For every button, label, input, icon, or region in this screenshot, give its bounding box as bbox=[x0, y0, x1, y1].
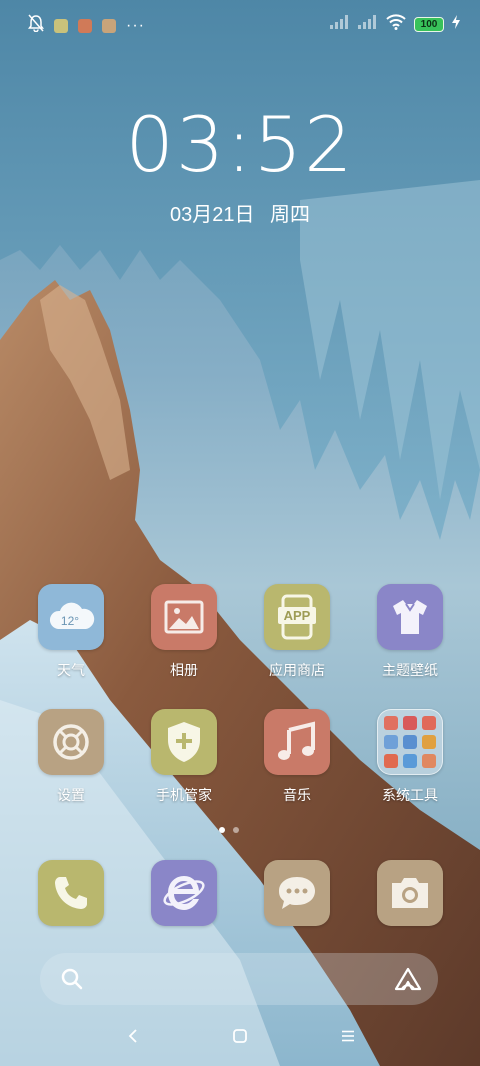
navigation-bar bbox=[0, 1018, 480, 1058]
more-notifications-indicator: ··· bbox=[126, 16, 145, 34]
folder-system-tools[interactable]: 系统工具 bbox=[354, 709, 466, 805]
app-notification-icon bbox=[102, 18, 116, 33]
folder-icon[interactable] bbox=[377, 709, 443, 775]
weather-icon[interactable]: 12° bbox=[38, 584, 104, 650]
assistant-icon[interactable] bbox=[394, 967, 422, 996]
theme-shirt-icon[interactable] bbox=[377, 584, 443, 650]
page-dot-active[interactable] bbox=[219, 827, 225, 833]
settings-icon[interactable] bbox=[38, 709, 104, 775]
app-browser[interactable] bbox=[128, 860, 240, 926]
app-label: 手机管家 bbox=[156, 787, 212, 803]
gallery-icon[interactable] bbox=[151, 584, 217, 650]
app-notification-icon bbox=[78, 18, 92, 33]
folder-app-icon bbox=[384, 716, 398, 730]
wifi-icon bbox=[386, 14, 406, 35]
browser-icon[interactable] bbox=[151, 860, 217, 926]
home-icon[interactable] bbox=[232, 1028, 248, 1049]
charging-icon bbox=[452, 15, 460, 34]
folder-app-icon bbox=[422, 716, 436, 730]
svg-text:12°: 12° bbox=[61, 614, 79, 628]
bell-off-icon bbox=[28, 14, 44, 37]
back-icon[interactable] bbox=[126, 1028, 140, 1049]
no-signal-icon bbox=[358, 15, 378, 34]
music-icon[interactable] bbox=[264, 709, 330, 775]
app-phone[interactable] bbox=[15, 860, 127, 926]
app-weather[interactable]: 12° 天气 bbox=[15, 584, 127, 680]
search-bar[interactable] bbox=[40, 953, 438, 1005]
app-settings[interactable]: 设置 bbox=[15, 709, 127, 805]
clock-time[interactable]: 03:52 bbox=[0, 100, 480, 189]
page-dot[interactable] bbox=[233, 827, 239, 833]
app-label: 应用商店 bbox=[269, 662, 325, 678]
security-shield-icon[interactable] bbox=[151, 709, 217, 775]
app-label: 相册 bbox=[170, 662, 198, 678]
folder-app-icon bbox=[384, 735, 398, 749]
app-music[interactable]: 音乐 bbox=[241, 709, 353, 805]
message-icon[interactable] bbox=[264, 860, 330, 926]
app-gallery[interactable]: 相册 bbox=[128, 584, 240, 680]
app-label: 设置 bbox=[57, 787, 85, 803]
app-store-icon[interactable]: APP bbox=[264, 584, 330, 650]
battery-icon: 100 bbox=[414, 17, 444, 32]
camera-icon[interactable] bbox=[377, 860, 443, 926]
app-label: 系统工具 bbox=[382, 787, 438, 803]
folder-app-icon bbox=[422, 754, 436, 768]
app-store[interactable]: APP 应用商店 bbox=[241, 584, 353, 680]
folder-app-icon bbox=[403, 754, 417, 768]
app-notification-icon bbox=[54, 18, 68, 33]
clock-date[interactable]: 03月21日 周四 bbox=[0, 198, 480, 227]
no-signal-icon bbox=[330, 15, 350, 34]
folder-app-icon bbox=[384, 754, 398, 768]
folder-app-icon bbox=[403, 735, 417, 749]
app-messages[interactable] bbox=[241, 860, 353, 926]
search-icon[interactable] bbox=[60, 967, 84, 996]
app-camera[interactable] bbox=[354, 860, 466, 926]
app-label: 天气 bbox=[57, 662, 85, 678]
app-label: 主题壁纸 bbox=[382, 662, 438, 678]
menu-icon[interactable] bbox=[340, 1028, 356, 1049]
folder-app-icon bbox=[403, 716, 417, 730]
phone-icon[interactable] bbox=[38, 860, 104, 926]
svg-text:APP: APP bbox=[284, 608, 311, 623]
app-security[interactable]: 手机管家 bbox=[128, 709, 240, 805]
app-label: 音乐 bbox=[283, 787, 311, 803]
page-indicator[interactable] bbox=[219, 827, 239, 833]
folder-app-icon bbox=[422, 735, 436, 749]
app-themes[interactable]: 主题壁纸 bbox=[354, 584, 466, 680]
status-bar: ··· 100 bbox=[0, 0, 480, 48]
